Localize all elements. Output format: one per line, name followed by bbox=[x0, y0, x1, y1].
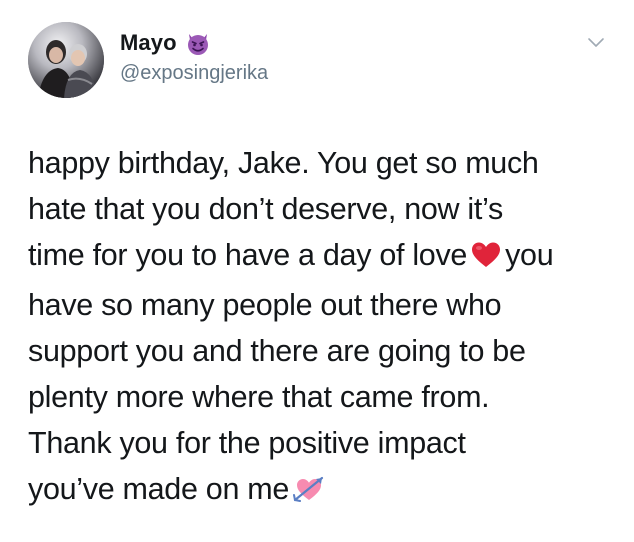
avatar-photo bbox=[28, 22, 104, 98]
tweet-text-segment: time for you to have a day of love bbox=[28, 238, 468, 272]
chevron-down-icon[interactable] bbox=[586, 36, 606, 50]
tweet-text-line: time for you to have a day of love you bbox=[28, 232, 613, 282]
name-row: Mayo bbox=[120, 28, 268, 58]
tweet-text: happy birthday, Jake. You get so much ha… bbox=[28, 140, 613, 516]
tweet-text-line: hate that you don’t deserve, now it’s bbox=[28, 192, 503, 226]
tweet-card: Mayo @exposingjerika happy birthday, Jak… bbox=[0, 0, 634, 542]
tweet-text-segment: you bbox=[505, 238, 554, 272]
tweet-text-line: support you and there are going to be bbox=[28, 334, 526, 368]
tweet-header: Mayo @exposingjerika bbox=[120, 28, 268, 85]
red-heart-icon bbox=[471, 236, 501, 282]
author-avatar[interactable] bbox=[28, 22, 104, 98]
tweet-text-segment: you’ve made on me bbox=[28, 472, 290, 506]
heart-with-arrow-icon bbox=[293, 470, 325, 516]
tweet-text-line: Thank you for the positive impact bbox=[28, 426, 466, 460]
tweet-text-line: plenty more where that came from. bbox=[28, 380, 490, 414]
smiling-face-with-horns-icon bbox=[185, 30, 211, 56]
author-handle[interactable]: @exposingjerika bbox=[120, 62, 268, 85]
author-display-name[interactable]: Mayo bbox=[120, 30, 177, 56]
tweet-text-line: you’ve made on me bbox=[28, 466, 613, 516]
tweet-text-line: happy birthday, Jake. You get so much bbox=[28, 146, 539, 180]
tweet-text-line: have so many people out there who bbox=[28, 288, 502, 322]
